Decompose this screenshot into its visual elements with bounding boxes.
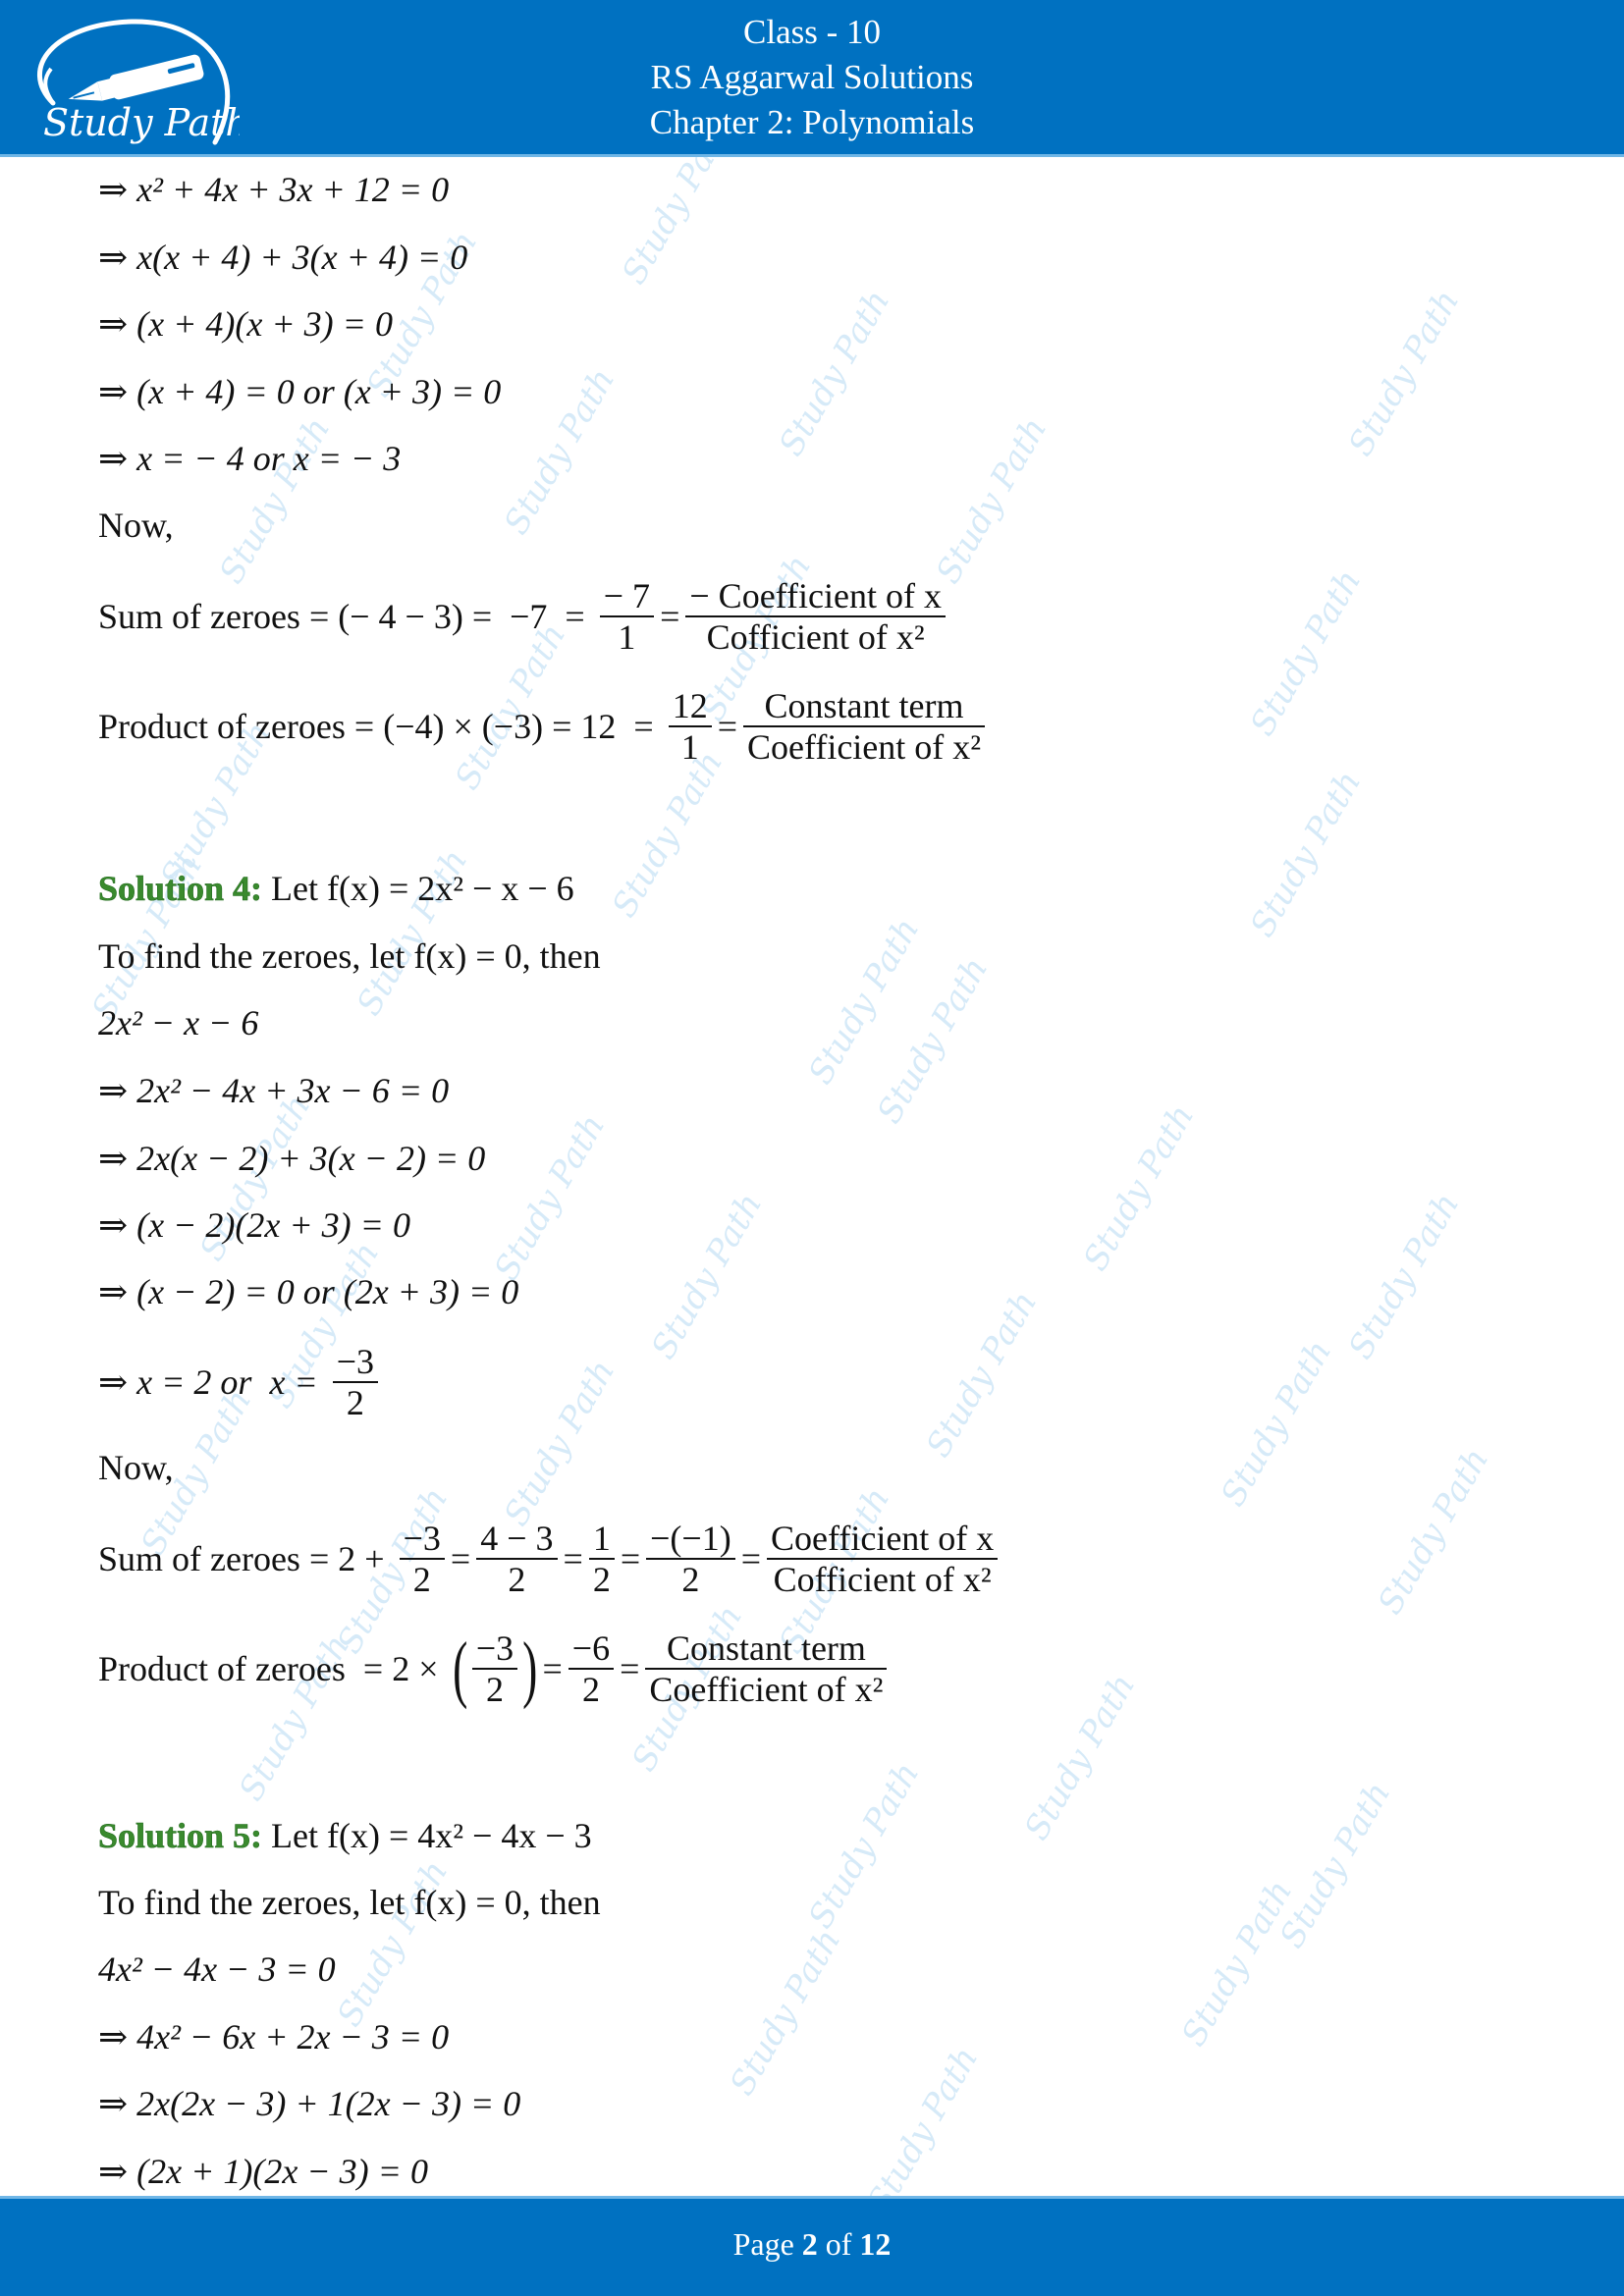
watermark-text: Study Path xyxy=(1016,1667,1144,1847)
fraction: −3 2 xyxy=(399,1519,445,1599)
solution-5-heading: Solution 5: Let f(x) = 4x² − 4x − 3 xyxy=(98,1814,592,1857)
watermark-text: Study Path xyxy=(1213,1333,1340,1514)
page-footer: Page 2 of 12 xyxy=(0,2196,1624,2296)
solution-label: Solution 5: xyxy=(98,1816,263,1856)
watermark-text: Study Path xyxy=(1272,1775,1399,1955)
fraction: −6 2 xyxy=(568,1629,615,1709)
sum-of-zeroes-1: Sum of zeroes = (− 4 − 3) = −7 = − 7 1 =… xyxy=(98,576,951,657)
math-step: 2x² − x − 6 xyxy=(98,1003,259,1042)
solution-4-heading: Solution 4: Let f(x) = 2x² − x − 6 xyxy=(98,867,574,910)
math-step: ⇒ 2x(x − 2) + 3(x − 2) = 0 xyxy=(98,1139,486,1178)
math-step: ⇒ 2x² − 4x + 3x − 6 = 0 xyxy=(98,1071,450,1110)
watermark-text: Study Path xyxy=(643,1186,771,1366)
product-label: Product of zeroes = (−4) × (−3) = 12 = xyxy=(98,707,663,746)
math-step: ⇒ (2x + 1)(2x − 3) = 0 xyxy=(98,2152,428,2191)
product-of-zeroes-1: Product of zeroes = (−4) × (−3) = 12 = 1… xyxy=(98,686,991,767)
total-pages: 12 xyxy=(859,2226,892,2262)
watermark-text: Study Path xyxy=(1173,1873,1301,2054)
watermark-text: Study Path xyxy=(1075,1097,1203,1278)
fraction: −(−1) 2 xyxy=(646,1519,735,1599)
watermark-text: Study Path xyxy=(1242,764,1370,944)
watermark-text: Study Path xyxy=(869,950,997,1131)
class-title: Class - 10 xyxy=(743,13,881,51)
book-title: RS Aggarwal Solutions xyxy=(650,58,974,96)
math-step: 4x² − 4x − 3 = 0 xyxy=(98,1949,336,1989)
now-label: Now, xyxy=(98,1448,174,1487)
fraction: 12 1 xyxy=(668,686,712,767)
fraction: −3 2 xyxy=(332,1342,379,1422)
math-step: ⇒ x² + 4x + 3x + 12 = 0 xyxy=(98,170,450,209)
sum-label: Sum of zeroes = (− 4 − 3) = −7 = xyxy=(98,597,594,636)
current-page: 2 xyxy=(801,2226,818,2262)
watermark-text: Study Path xyxy=(604,744,731,925)
math-step: ⇒ (x + 4)(x + 3) = 0 xyxy=(98,304,393,344)
math-step: ⇒ (x − 2)(2x + 3) = 0 xyxy=(98,1205,410,1245)
fraction: −3 2 xyxy=(471,1629,518,1709)
intro-text: To find the zeroes, let f(x) = 0, then xyxy=(98,936,601,976)
page-indicator: Page 2 of 12 xyxy=(732,2226,892,2262)
watermark-text: Study Path xyxy=(800,911,928,1092)
product-of-zeroes-2: Product of zeroes = 2 × (−3 2) = −6 2 = Cons… xyxy=(98,1629,893,1709)
fraction: − Coefficient of x Cofficient of x² xyxy=(685,576,946,657)
math-step: ⇒ x = − 4 or x = − 3 xyxy=(98,439,402,478)
math-step: ⇒ x(x + 4) + 3(x + 4) = 0 xyxy=(98,238,468,277)
fraction: 12 xyxy=(588,1519,615,1599)
fraction: − 7 1 xyxy=(599,576,655,657)
watermark-text: Study Path xyxy=(496,361,623,542)
math-step: ⇒ (x + 4) = 0 or (x + 3) = 0 xyxy=(98,372,502,411)
fraction: 4 − 32 xyxy=(476,1519,558,1599)
header-titles: Class - 10 RS Aggarwal Solutions Chapter… xyxy=(0,10,1624,145)
watermark-text: Study Path xyxy=(486,1107,614,1288)
math-step: ⇒ (x − 2) = 0 or (2x + 3) = 0 xyxy=(98,1272,519,1311)
solution-statement: Let f(x) = 4x² − 4x − 3 xyxy=(271,1816,592,1855)
watermark-text: Study Path xyxy=(614,157,741,292)
watermark-text: Study Path xyxy=(859,2040,987,2196)
watermark-text: Study Path xyxy=(1340,283,1468,463)
intro-text: To find the zeroes, let f(x) = 0, then xyxy=(98,1883,601,1922)
fraction: Constant term Coefficient of x² xyxy=(743,686,986,767)
math-step: ⇒ 4x² − 6x + 2x − 3 = 0 xyxy=(98,2017,450,2056)
fraction: Constant term Coefficient of x² xyxy=(645,1629,888,1709)
watermark-text: Study Path xyxy=(1242,562,1370,743)
sum-of-zeroes-2: Sum of zeroes = 2 + −3 2 = 4 − 3 2 = 1 2 = −(−… xyxy=(98,1519,1003,1599)
watermark-text: Study Path xyxy=(496,1353,623,1533)
now-label: Now, xyxy=(98,506,174,545)
roots-line: ⇒ x = 2 or x = −3 2 xyxy=(98,1342,384,1422)
watermark-text: Study Path xyxy=(1340,1186,1468,1366)
watermark-text: Study Path xyxy=(928,410,1056,591)
watermark-text: Study Path xyxy=(722,1922,849,2103)
watermark-text: Study Path xyxy=(918,1284,1046,1465)
watermark-text: Study Path xyxy=(800,1755,928,1936)
page-header: Study Path Class - 10 RS Aggarwal Soluti… xyxy=(0,0,1624,157)
solution-label: Solution 4: xyxy=(98,869,263,909)
math-step: ⇒ 2x(2x − 3) + 1(2x − 3) = 0 xyxy=(98,2084,521,2123)
solution-statement: Let f(x) = 2x² − x − 6 xyxy=(271,869,574,908)
fraction: Coefficient of x Cofficient of x² xyxy=(767,1519,999,1599)
watermark-text: Study Path xyxy=(771,283,898,463)
watermark-text: Study Path xyxy=(1370,1441,1497,1622)
chapter-title: Chapter 2: Polynomials xyxy=(649,103,975,141)
